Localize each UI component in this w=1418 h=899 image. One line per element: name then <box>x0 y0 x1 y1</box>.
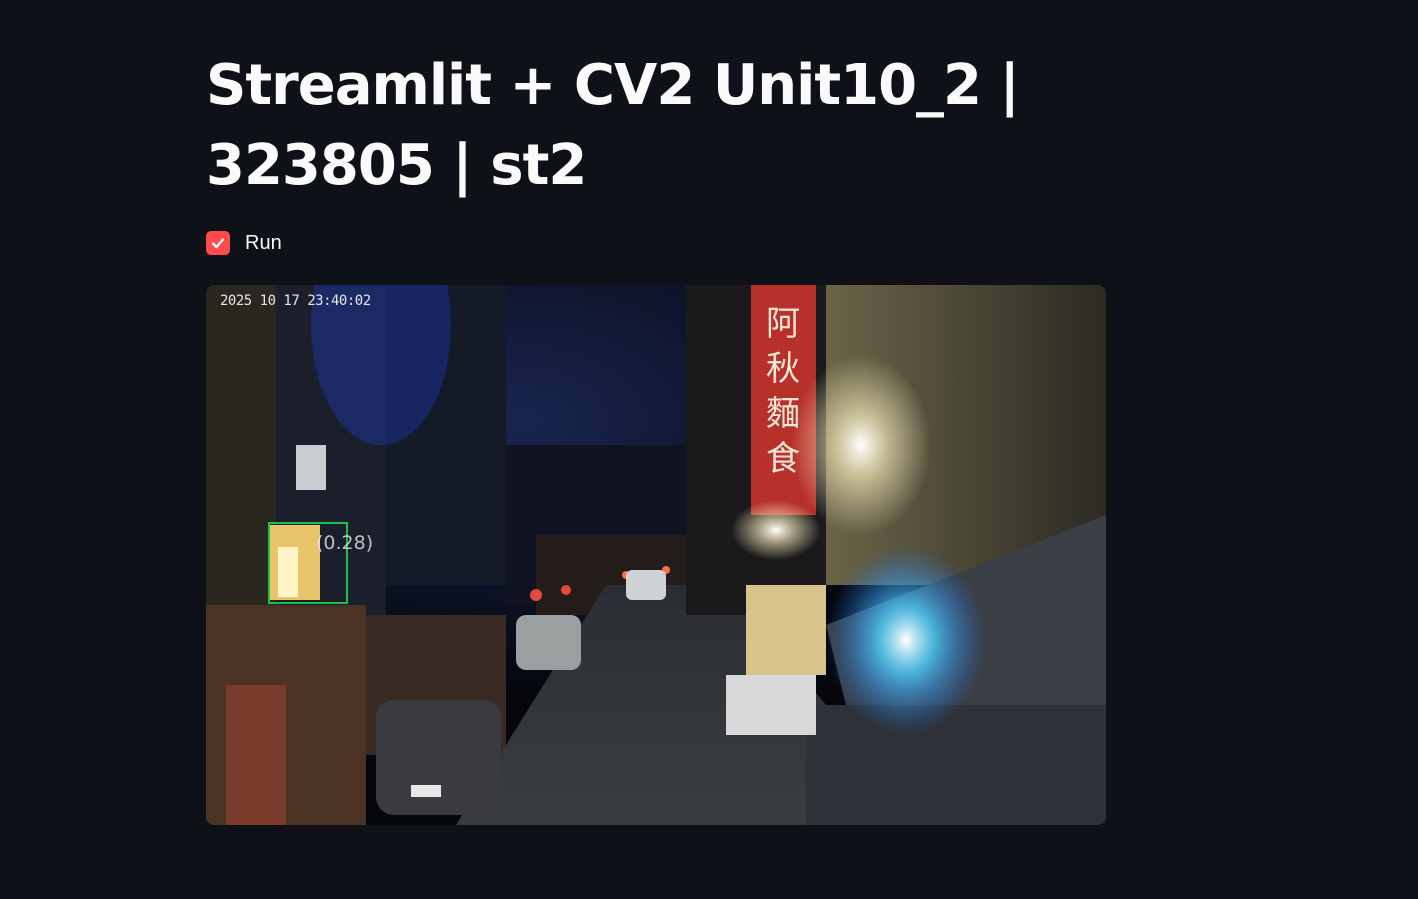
page-title: Streamlit + CV2 Unit10_2 | 323805 | st2 <box>206 53 1020 198</box>
sign-char-1: 阿 <box>766 304 800 344</box>
run-checkbox[interactable]: Run <box>206 230 282 256</box>
run-checkbox-label: Run <box>245 231 282 254</box>
video-frame: 阿 秋 麵 食 2025 10 17 23:40:02 (0.28) <box>206 285 1106 825</box>
detection-label: (0.28) <box>316 532 374 554</box>
video-timestamp: 2025 10 17 23:40:02 <box>220 293 371 309</box>
sign-char-2: 秋 <box>766 349 800 389</box>
checkbox-checked-icon[interactable] <box>206 231 230 255</box>
main-content: Streamlit + CV2 Unit10_2 | 323805 | st2 … <box>206 0 1216 825</box>
